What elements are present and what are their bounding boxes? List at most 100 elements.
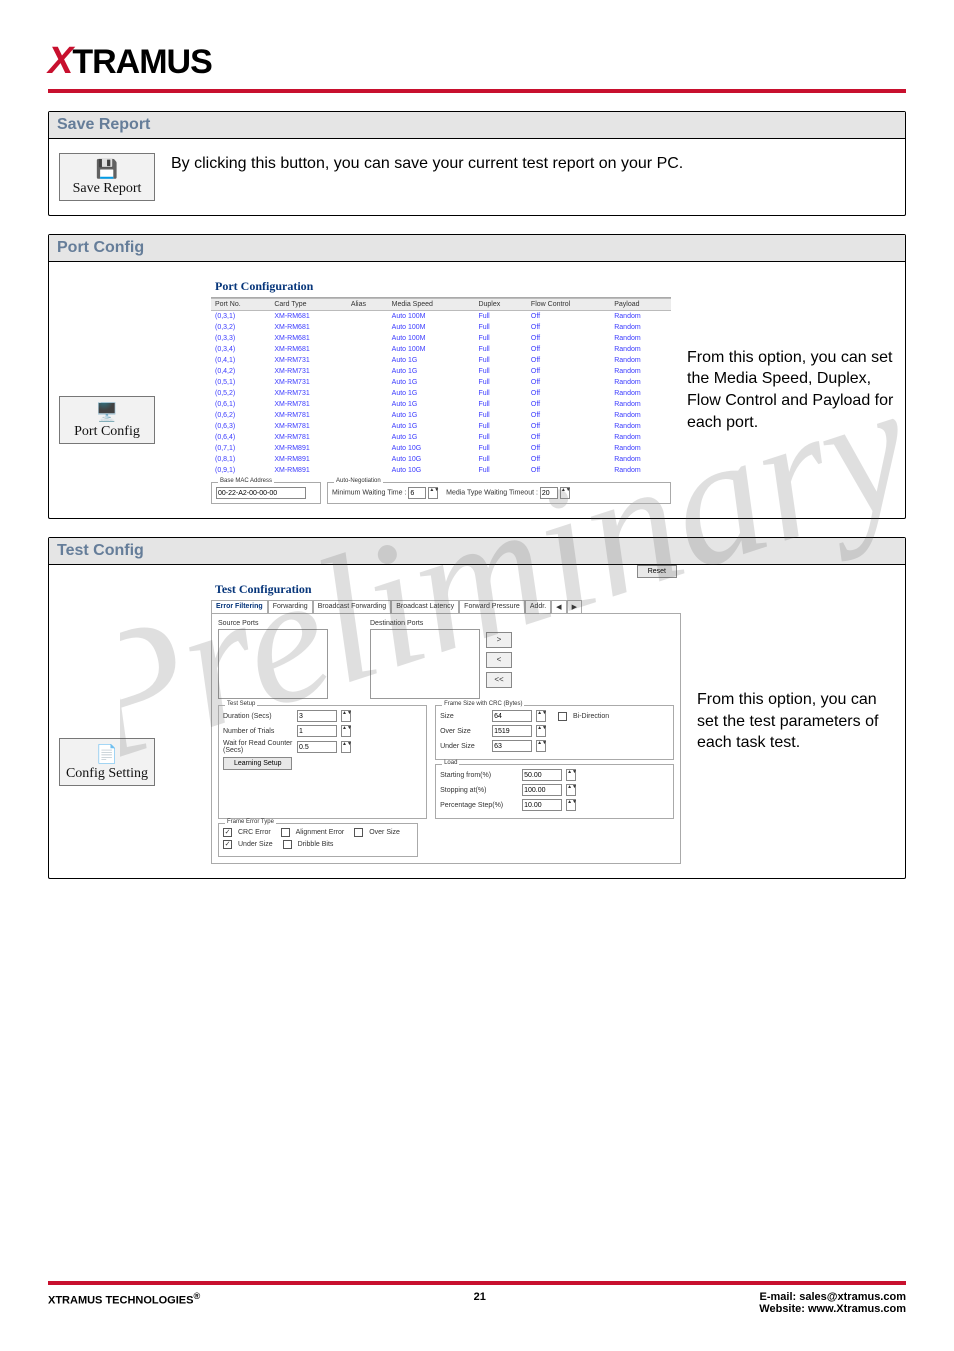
table-row[interactable]: (0,5,1)XM-RM731Auto 1GFullOffRandom bbox=[211, 377, 671, 388]
page-number: 21 bbox=[474, 1291, 486, 1303]
table-row[interactable]: (0,3,3)XM-RM681Auto 100MFullOffRandom bbox=[211, 333, 671, 344]
port-config-panel: Port Configuration Port No.Card TypeAlia… bbox=[211, 276, 671, 504]
save-report-section: Save Report 💾 Save Report By clicking th… bbox=[48, 111, 906, 216]
table-row[interactable]: (0,3,4)XM-RM681Auto 100MFullOffRandom bbox=[211, 344, 671, 355]
dest-ports-label: Destination Ports bbox=[370, 620, 480, 627]
min-wait-spinner[interactable]: ▲▼ bbox=[428, 487, 438, 499]
base-mac-input[interactable] bbox=[216, 487, 306, 499]
port-table-header: Port No. bbox=[211, 299, 270, 311]
top-divider bbox=[48, 89, 906, 93]
port-config-desc: From this option, you can set the Media … bbox=[687, 347, 895, 433]
save-report-title: Save Report bbox=[49, 112, 905, 139]
frame-error-fieldset: Frame Error Type CRC Error Alignment Err… bbox=[218, 823, 418, 857]
load-fieldset: Load Starting from(%)▲▼ Stopping at(%)▲▼… bbox=[435, 764, 674, 819]
under-size-spinner[interactable]: ▲▼ bbox=[536, 740, 546, 752]
tab-broadcast-forwarding[interactable]: Broadcast Forwarding bbox=[313, 600, 391, 613]
bidir-checkbox[interactable] bbox=[558, 712, 567, 721]
start-load-input[interactable] bbox=[522, 769, 562, 781]
stop-load-input[interactable] bbox=[522, 784, 562, 796]
reset-button[interactable]: Reset bbox=[637, 565, 677, 578]
port-table: Port No.Card TypeAliasMedia SpeedDuplexF… bbox=[211, 298, 671, 476]
over-size-input[interactable] bbox=[492, 725, 532, 737]
save-icon: 💾 bbox=[62, 160, 152, 178]
tab-scroll-right[interactable]: ▶ bbox=[567, 600, 582, 613]
save-report-button[interactable]: 💾 Save Report bbox=[59, 153, 155, 201]
footer-email: E-mail: sales@xtramus.com bbox=[759, 1291, 906, 1303]
crc-checkbox[interactable] bbox=[223, 828, 232, 837]
footer-divider bbox=[48, 1281, 906, 1285]
port-table-header: Flow Control bbox=[527, 299, 610, 311]
trials-spinner[interactable]: ▲▼ bbox=[341, 725, 351, 737]
footer-site: Website: www.Xtramus.com bbox=[759, 1303, 906, 1315]
move-left-button[interactable]: < bbox=[486, 652, 512, 668]
test-setup-fieldset: Test Setup Duration (Secs)▲▼ Number of T… bbox=[218, 705, 427, 819]
test-config-section: Test Config 📄 Config Setting Test Config… bbox=[48, 537, 906, 879]
min-wait-input[interactable] bbox=[408, 487, 426, 499]
table-row[interactable]: (0,5,2)XM-RM731Auto 1GFullOffRandom bbox=[211, 388, 671, 399]
move-right-button[interactable]: > bbox=[486, 632, 512, 648]
step-load-spinner[interactable]: ▲▼ bbox=[566, 799, 576, 811]
move-all-left-button[interactable]: << bbox=[486, 672, 512, 688]
media-timeout-input[interactable] bbox=[540, 487, 558, 499]
table-row[interactable]: (0,8,1)XM-RM891Auto 10GFullOffRandom bbox=[211, 454, 671, 465]
port-table-header: Media Speed bbox=[388, 299, 475, 311]
learning-setup-button[interactable]: Learning Setup bbox=[223, 757, 292, 770]
duration-spinner[interactable]: ▲▼ bbox=[341, 710, 351, 722]
table-row[interactable]: (0,6,4)XM-RM781Auto 1GFullOffRandom bbox=[211, 432, 671, 443]
step-load-input[interactable] bbox=[522, 799, 562, 811]
footer-reg: ® bbox=[193, 1291, 200, 1301]
port-table-header: Card Type bbox=[270, 299, 346, 311]
footer-company: XTRAMUS TECHNOLOGIES bbox=[48, 1295, 193, 1307]
table-row[interactable]: (0,7,1)XM-RM891Auto 10GFullOffRandom bbox=[211, 443, 671, 454]
table-row[interactable]: (0,6,1)XM-RM781Auto 1GFullOffRandom bbox=[211, 399, 671, 410]
test-config-title: Test Config bbox=[49, 538, 905, 565]
config-setting-icon: 📄 bbox=[62, 745, 152, 763]
tab-scroll-left[interactable]: ◀ bbox=[551, 600, 566, 613]
wait-spinner[interactable]: ▲▼ bbox=[341, 741, 351, 753]
tab-forwarding[interactable]: Forwarding bbox=[268, 600, 313, 613]
table-row[interactable]: (0,4,1)XM-RM731Auto 1GFullOffRandom bbox=[211, 355, 671, 366]
port-config-button[interactable]: 🖥️ Port Config bbox=[59, 396, 155, 444]
table-row[interactable]: (0,9,1)XM-RM891Auto 10GFullOffRandom bbox=[211, 465, 671, 476]
under-size-input[interactable] bbox=[492, 740, 532, 752]
table-row[interactable]: (0,6,3)XM-RM781Auto 1GFullOffRandom bbox=[211, 421, 671, 432]
port-config-icon: 🖥️ bbox=[62, 403, 152, 421]
dribble-checkbox[interactable] bbox=[283, 840, 292, 849]
under-checkbox[interactable] bbox=[223, 840, 232, 849]
min-wait-label: Minimum Waiting Time : bbox=[332, 490, 406, 497]
over-checkbox[interactable] bbox=[354, 828, 363, 837]
source-ports-list[interactable] bbox=[218, 629, 328, 699]
save-report-desc: By clicking this button, you can save yo… bbox=[171, 153, 683, 175]
test-config-desc: From this option, you can set the test p… bbox=[697, 689, 895, 754]
test-config-panel: Test Configuration Reset Error Filtering… bbox=[211, 579, 681, 864]
port-table-header: Payload bbox=[610, 299, 671, 311]
table-row[interactable]: (0,6,2)XM-RM781Auto 1GFullOffRandom bbox=[211, 410, 671, 421]
tab-broadcast-latency[interactable]: Broadcast Latency bbox=[391, 600, 459, 613]
port-config-section: Port Config 🖥️ Port Config Port Configur… bbox=[48, 234, 906, 519]
wait-input[interactable] bbox=[297, 741, 337, 753]
port-table-header: Alias bbox=[347, 299, 388, 311]
tab-forward-pressure[interactable]: Forward Pressure bbox=[459, 600, 525, 613]
align-checkbox[interactable] bbox=[281, 828, 290, 837]
port-table-header: Duplex bbox=[474, 299, 526, 311]
duration-input[interactable] bbox=[297, 710, 337, 722]
port-panel-title: Port Configuration bbox=[211, 276, 671, 298]
media-timeout-label: Media Type Waiting Timeout : bbox=[446, 490, 538, 497]
table-row[interactable]: (0,3,2)XM-RM681Auto 100MFullOffRandom bbox=[211, 322, 671, 333]
frame-size-input[interactable] bbox=[492, 710, 532, 722]
config-setting-button[interactable]: 📄 Config Setting bbox=[59, 738, 155, 786]
save-report-label: Save Report bbox=[73, 181, 142, 196]
table-row[interactable]: (0,3,1)XM-RM681Auto 100MFullOffRandom bbox=[211, 311, 671, 323]
start-load-spinner[interactable]: ▲▼ bbox=[566, 769, 576, 781]
tab-error-filtering[interactable]: Error Filtering bbox=[211, 600, 268, 613]
port-config-title: Port Config bbox=[49, 235, 905, 262]
trials-input[interactable] bbox=[297, 725, 337, 737]
port-config-label: Port Config bbox=[74, 424, 140, 439]
tab-addr-[interactable]: Addr. bbox=[525, 600, 551, 613]
over-size-spinner[interactable]: ▲▼ bbox=[536, 725, 546, 737]
table-row[interactable]: (0,4,2)XM-RM731Auto 1GFullOffRandom bbox=[211, 366, 671, 377]
dest-ports-list[interactable] bbox=[370, 629, 480, 699]
stop-load-spinner[interactable]: ▲▼ bbox=[566, 784, 576, 796]
frame-size-spinner[interactable]: ▲▼ bbox=[536, 710, 546, 722]
media-timeout-spinner[interactable]: ▲▼ bbox=[560, 487, 570, 499]
